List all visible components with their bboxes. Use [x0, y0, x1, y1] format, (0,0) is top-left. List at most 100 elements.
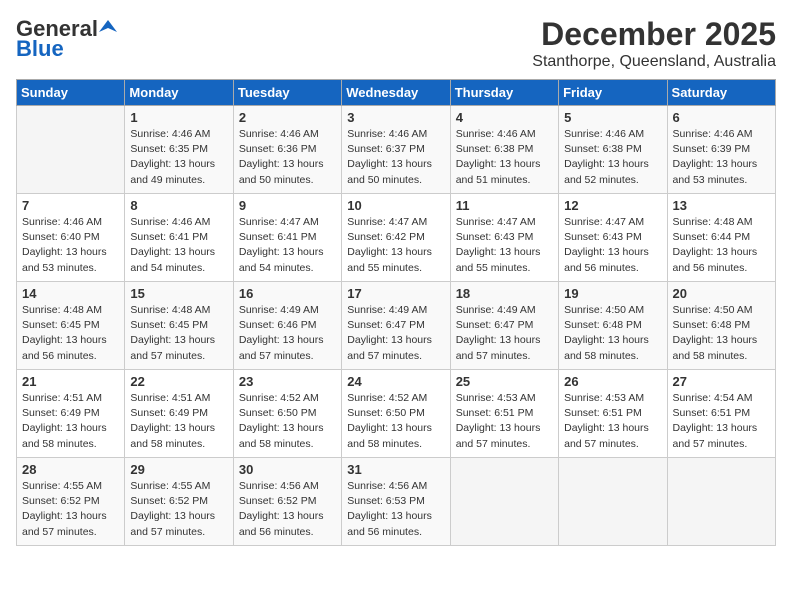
day-info: Sunrise: 4:52 AMSunset: 6:50 PMDaylight:…	[239, 391, 336, 452]
day-info: Sunrise: 4:55 AMSunset: 6:52 PMDaylight:…	[130, 479, 227, 540]
calendar-cell: 15 Sunrise: 4:48 AMSunset: 6:45 PMDayligh…	[125, 282, 233, 370]
day-number: 27	[673, 374, 770, 389]
calendar-week-1: 1Sunrise: 4:46 AMSunset: 6:35 PMDaylight…	[17, 106, 776, 194]
calendar-cell: 20 Sunrise: 4:50 AMSunset: 6:48 PMDayligh…	[667, 282, 775, 370]
calendar-cell: 11 Sunrise: 4:47 AMSunset: 6:43 PMDayligh…	[450, 194, 558, 282]
logo: General Blue	[16, 16, 117, 62]
day-info: Sunrise: 4:47 AMSunset: 6:43 PMDaylight:…	[456, 215, 553, 276]
day-number: 24	[347, 374, 444, 389]
calendar-cell: 25 Sunrise: 4:53 AMSunset: 6:51 PMDayligh…	[450, 370, 558, 458]
calendar-cell: 30Sunrise: 4:56 AMSunset: 6:52 PMDayligh…	[233, 458, 341, 546]
page-title: December 2025	[532, 16, 776, 53]
column-header-tuesday: Tuesday	[233, 80, 341, 106]
day-number: 23	[239, 374, 336, 389]
day-number: 11	[456, 198, 553, 213]
day-number: 28	[22, 462, 119, 477]
calendar-cell	[450, 458, 558, 546]
day-info: Sunrise: 4:47 AMSunset: 6:43 PMDaylight:…	[564, 215, 661, 276]
day-info: Sunrise: 4:53 AMSunset: 6:51 PMDaylight:…	[456, 391, 553, 452]
day-info: Sunrise: 4:49 AMSunset: 6:47 PMDaylight:…	[456, 303, 553, 364]
column-header-thursday: Thursday	[450, 80, 558, 106]
day-number: 14	[22, 286, 119, 301]
calendar-week-5: 28 Sunrise: 4:55 AMSunset: 6:52 PMDayligh…	[17, 458, 776, 546]
calendar-cell: 26 Sunrise: 4:53 AMSunset: 6:51 PMDayligh…	[559, 370, 667, 458]
day-number: 21	[22, 374, 119, 389]
calendar-cell: 21 Sunrise: 4:51 AMSunset: 6:49 PMDayligh…	[17, 370, 125, 458]
day-number: 22	[130, 374, 227, 389]
day-info: Sunrise: 4:50 AMSunset: 6:48 PMDaylight:…	[564, 303, 661, 364]
calendar-header-row: SundayMondayTuesdayWednesdayThursdayFrid…	[17, 80, 776, 106]
day-info: Sunrise: 4:46 AMSunset: 6:36 PMDaylight:…	[239, 127, 336, 188]
day-info: Sunrise: 4:55 AMSunset: 6:52 PMDaylight:…	[22, 479, 119, 540]
title-block: December 2025 Stanthorpe, Queensland, Au…	[532, 16, 776, 71]
day-number: 16	[239, 286, 336, 301]
day-info: Sunrise: 4:53 AMSunset: 6:51 PMDaylight:…	[564, 391, 661, 452]
day-info: Sunrise: 4:51 AMSunset: 6:49 PMDaylight:…	[22, 391, 119, 452]
day-info: Sunrise: 4:47 AMSunset: 6:41 PMDaylight:…	[239, 215, 336, 276]
day-info: Sunrise: 4:46 AMSunset: 6:35 PMDaylight:…	[130, 127, 227, 188]
calendar-cell: 6Sunrise: 4:46 AMSunset: 6:39 PMDaylight…	[667, 106, 775, 194]
calendar-cell: 3 Sunrise: 4:46 AMSunset: 6:37 PMDaylight…	[342, 106, 450, 194]
day-number: 31	[347, 462, 444, 477]
day-number: 2	[239, 110, 336, 125]
calendar-cell	[17, 106, 125, 194]
calendar-cell: 12Sunrise: 4:47 AMSunset: 6:43 PMDayligh…	[559, 194, 667, 282]
day-info: Sunrise: 4:46 AMSunset: 6:41 PMDaylight:…	[130, 215, 227, 276]
day-number: 30	[239, 462, 336, 477]
calendar-cell: 5Sunrise: 4:46 AMSunset: 6:38 PMDaylight…	[559, 106, 667, 194]
day-number: 19	[564, 286, 661, 301]
day-number: 20	[673, 286, 770, 301]
day-info: Sunrise: 4:49 AMSunset: 6:46 PMDaylight:…	[239, 303, 336, 364]
day-info: Sunrise: 4:46 AMSunset: 6:39 PMDaylight:…	[673, 127, 770, 188]
calendar-table: SundayMondayTuesdayWednesdayThursdayFrid…	[16, 79, 776, 546]
calendar-cell: 28 Sunrise: 4:55 AMSunset: 6:52 PMDayligh…	[17, 458, 125, 546]
calendar-cell	[667, 458, 775, 546]
day-info: Sunrise: 4:56 AMSunset: 6:53 PMDaylight:…	[347, 479, 444, 540]
calendar-cell: 13 Sunrise: 4:48 AMSunset: 6:44 PMDayligh…	[667, 194, 775, 282]
logo-blue-text: Blue	[16, 36, 64, 62]
page-header: General Blue December 2025 Stanthorpe, Q…	[16, 16, 776, 71]
page-subtitle: Stanthorpe, Queensland, Australia	[532, 53, 776, 71]
calendar-cell: 4Sunrise: 4:46 AMSunset: 6:38 PMDaylight…	[450, 106, 558, 194]
calendar-cell: 16 Sunrise: 4:49 AMSunset: 6:46 PMDayligh…	[233, 282, 341, 370]
column-header-wednesday: Wednesday	[342, 80, 450, 106]
day-number: 13	[673, 198, 770, 213]
day-info: Sunrise: 4:48 AMSunset: 6:44 PMDaylight:…	[673, 215, 770, 276]
calendar-cell: 17 Sunrise: 4:49 AMSunset: 6:47 PMDayligh…	[342, 282, 450, 370]
calendar-cell: 8 Sunrise: 4:46 AMSunset: 6:41 PMDaylight…	[125, 194, 233, 282]
calendar-cell	[559, 458, 667, 546]
column-header-saturday: Saturday	[667, 80, 775, 106]
calendar-week-3: 14 Sunrise: 4:48 AMSunset: 6:45 PMDayligh…	[17, 282, 776, 370]
day-number: 17	[347, 286, 444, 301]
day-info: Sunrise: 4:46 AMSunset: 6:37 PMDaylight:…	[347, 127, 444, 188]
day-number: 29	[130, 462, 227, 477]
calendar-cell: 19 Sunrise: 4:50 AMSunset: 6:48 PMDayligh…	[559, 282, 667, 370]
day-info: Sunrise: 4:48 AMSunset: 6:45 PMDaylight:…	[130, 303, 227, 364]
day-number: 3	[347, 110, 444, 125]
day-number: 26	[564, 374, 661, 389]
calendar-cell: 23 Sunrise: 4:52 AMSunset: 6:50 PMDayligh…	[233, 370, 341, 458]
calendar-cell: 29 Sunrise: 4:55 AMSunset: 6:52 PMDayligh…	[125, 458, 233, 546]
calendar-cell: 24 Sunrise: 4:52 AMSunset: 6:50 PMDayligh…	[342, 370, 450, 458]
day-info: Sunrise: 4:47 AMSunset: 6:42 PMDaylight:…	[347, 215, 444, 276]
day-number: 15	[130, 286, 227, 301]
day-info: Sunrise: 4:52 AMSunset: 6:50 PMDaylight:…	[347, 391, 444, 452]
day-info: Sunrise: 4:49 AMSunset: 6:47 PMDaylight:…	[347, 303, 444, 364]
calendar-cell: 27 Sunrise: 4:54 AMSunset: 6:51 PMDayligh…	[667, 370, 775, 458]
day-info: Sunrise: 4:50 AMSunset: 6:48 PMDaylight:…	[673, 303, 770, 364]
day-number: 18	[456, 286, 553, 301]
calendar-cell: 10 Sunrise: 4:47 AMSunset: 6:42 PMDayligh…	[342, 194, 450, 282]
calendar-cell: 1Sunrise: 4:46 AMSunset: 6:35 PMDaylight…	[125, 106, 233, 194]
column-header-sunday: Sunday	[17, 80, 125, 106]
day-number: 25	[456, 374, 553, 389]
day-info: Sunrise: 4:46 AMSunset: 6:38 PMDaylight:…	[564, 127, 661, 188]
day-info: Sunrise: 4:51 AMSunset: 6:49 PMDaylight:…	[130, 391, 227, 452]
day-info: Sunrise: 4:46 AMSunset: 6:40 PMDaylight:…	[22, 215, 119, 276]
day-number: 7	[22, 198, 119, 213]
calendar-cell: 18 Sunrise: 4:49 AMSunset: 6:47 PMDayligh…	[450, 282, 558, 370]
column-header-monday: Monday	[125, 80, 233, 106]
day-info: Sunrise: 4:54 AMSunset: 6:51 PMDaylight:…	[673, 391, 770, 452]
day-number: 8	[130, 198, 227, 213]
day-number: 10	[347, 198, 444, 213]
logo-bird-icon	[99, 18, 117, 36]
